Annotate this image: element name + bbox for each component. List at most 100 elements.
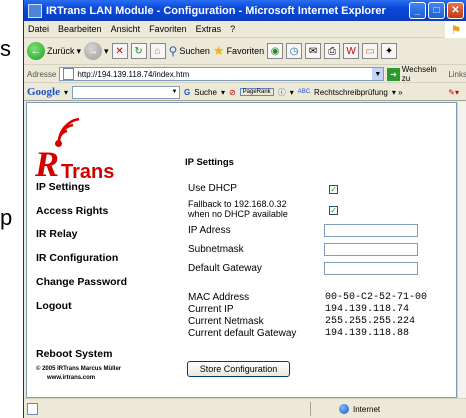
go-button[interactable]: ➜ Wechseln zu xyxy=(387,65,445,83)
current-netmask-value: 255.255.255.224 xyxy=(325,316,416,327)
google-toolbar: Google ▾ ▼ G Suche ▾ ⊘ PageRank ⓘ ▾ ABC Rec… xyxy=(24,84,466,101)
search-button[interactable]: ⚲ Suchen xyxy=(169,44,210,58)
forward-button[interactable]: → ▾ xyxy=(84,42,109,60)
zone-label: Internet xyxy=(353,404,381,414)
footer-link[interactable]: www.irtrans.com xyxy=(47,375,95,381)
status-page-icon xyxy=(27,402,38,415)
history-icon[interactable]: ◷ xyxy=(286,43,303,59)
info-icon[interactable]: ⓘ xyxy=(278,87,286,98)
current-ip-label: Current IP xyxy=(188,304,234,315)
ie-app-icon xyxy=(28,3,42,18)
page-content: R Trans IP Settings Access Rights IR Rel… xyxy=(26,102,457,398)
go-label: Wechseln zu xyxy=(401,65,437,83)
minimize-button[interactable]: _ xyxy=(409,2,426,19)
pagerank-label: PageRank xyxy=(239,88,274,96)
back-arrow-icon: ← xyxy=(27,42,45,60)
close-button[interactable]: ✕ xyxy=(447,2,464,19)
security-zone: Internet xyxy=(310,402,440,416)
fallback-label: Fallback to 192.168.0.32 when no DHCP av… xyxy=(188,199,288,219)
ip-address-input[interactable] xyxy=(324,224,418,237)
back-button[interactable]: ← Zurück ▾ xyxy=(27,42,81,60)
media-icon[interactable]: ◉ xyxy=(267,43,284,59)
google-search-icon[interactable]: G xyxy=(184,88,190,97)
go-arrow-icon: ➜ xyxy=(387,67,400,81)
favorites-label: Favoriten xyxy=(226,46,265,56)
refresh-icon[interactable]: ↻ xyxy=(130,43,147,59)
window-title: IRTrans LAN Module - Configuration - Mic… xyxy=(46,4,386,17)
menu-bearbeiten[interactable]: Bearbeiten xyxy=(58,24,102,34)
favorites-button[interactable]: ★ Favoriten xyxy=(213,43,264,59)
use-dhcp-checkbox[interactable]: ✓ xyxy=(329,185,338,194)
address-url: http://194.139.118.74/index.htm xyxy=(77,69,190,79)
nav-ir-configuration[interactable]: IR Configuration xyxy=(36,252,118,264)
nav-ir-relay[interactable]: IR Relay xyxy=(36,228,77,240)
current-gateway-label: Current default Gateway xyxy=(188,328,297,339)
fallback-checkbox[interactable]: ✓ xyxy=(329,206,338,215)
nav-reboot-system[interactable]: Reboot System xyxy=(36,348,112,360)
edit-icon[interactable]: W xyxy=(343,43,360,59)
mail-icon[interactable]: ✉ xyxy=(305,43,322,59)
cropped-edge-char: s xyxy=(0,36,11,61)
status-bar: Internet xyxy=(24,398,466,418)
links-label[interactable]: Links xyxy=(448,70,466,79)
forward-arrow-icon: → xyxy=(84,42,103,60)
copyright-text: © 2005 IRTrans Marcus Müller xyxy=(36,366,122,372)
google-logo[interactable]: Google xyxy=(27,86,60,98)
folder-icon[interactable]: ▭ xyxy=(362,43,379,59)
current-ip-value: 194.139.118.74 xyxy=(325,304,410,315)
menu-favoriten[interactable]: Favoriten xyxy=(149,24,187,34)
fallback-label-line1: Fallback to 192.168.0.32 xyxy=(188,199,287,209)
mac-address-value: 00-50-C2-52-71-00 xyxy=(325,292,428,303)
spellcheck-icon[interactable]: ABC xyxy=(298,89,310,95)
google-search-label[interactable]: Suche xyxy=(194,88,217,97)
default-gateway-input[interactable] xyxy=(324,262,418,275)
menu-bar: Datei Bearbeiten Ansicht Favoriten Extra… xyxy=(24,21,466,38)
title-bar: IRTrans LAN Module - Configuration - Mic… xyxy=(24,0,466,21)
search-label: Suchen xyxy=(179,46,210,56)
nav-ip-settings[interactable]: IP Settings xyxy=(36,181,90,193)
menu-ansicht[interactable]: Ansicht xyxy=(111,24,141,34)
google-settings-icon[interactable]: ✎▾ xyxy=(448,88,459,97)
mac-address-label: MAC Address xyxy=(188,292,250,303)
cropped-edge-char: p xyxy=(0,205,13,230)
address-input[interactable]: http://194.139.118.74/index.htm ▼ xyxy=(59,67,385,81)
google-search-dropdown-icon[interactable]: ▼ xyxy=(170,87,179,98)
search-icon: ⚲ xyxy=(168,44,178,58)
page-icon xyxy=(63,68,75,80)
block-popups-icon[interactable]: ⊘ xyxy=(229,88,236,97)
address-bar: Adresse http://194.139.118.74/index.htm … xyxy=(24,65,466,83)
subnetmask-input[interactable] xyxy=(324,243,418,256)
google-search-input[interactable]: ▼ xyxy=(72,85,181,99)
menu-datei[interactable]: Datei xyxy=(28,24,49,34)
standard-toolbar: ← Zurück ▾ → ▾ ✕ ↻ ⌂ ⚲ Suchen ★ Favoriten … xyxy=(24,38,466,65)
use-dhcp-label: Use DHCP xyxy=(188,183,237,194)
settings-title: IP Settings xyxy=(185,157,234,168)
subnetmask-label: Subnetmask xyxy=(188,244,244,255)
fallback-label-line2: when no DHCP available xyxy=(188,209,288,219)
nav-access-rights[interactable]: Access Rights xyxy=(36,205,108,217)
nav-logout[interactable]: Logout xyxy=(36,300,72,312)
vertical-scrollbar[interactable] xyxy=(457,102,466,398)
home-icon[interactable]: ⌂ xyxy=(149,43,166,59)
default-gateway-label: Default Gateway xyxy=(188,263,262,274)
ip-address-label: IP Adress xyxy=(188,225,231,236)
address-label: Adresse xyxy=(27,69,57,79)
address-dropdown-icon[interactable]: ▼ xyxy=(372,68,384,80)
logo-r: R xyxy=(35,144,60,184)
current-gateway-value: 194.139.118.88 xyxy=(325,328,410,339)
print-icon[interactable]: ⎙ xyxy=(324,43,341,59)
browser-window: IRTrans LAN Module - Configuration - Mic… xyxy=(23,0,466,418)
windows-logo-icon: ⚑ xyxy=(445,21,466,38)
current-netmask-label: Current Netmask xyxy=(188,316,264,327)
stop-icon[interactable]: ✕ xyxy=(111,43,128,59)
spellcheck-label[interactable]: Rechtschreibprüfung xyxy=(314,88,388,97)
back-label: Zurück xyxy=(47,46,75,56)
nav-change-password[interactable]: Change Password xyxy=(36,276,127,288)
store-configuration-button[interactable]: Store Configuration xyxy=(187,361,290,377)
star-icon: ★ xyxy=(212,43,225,58)
maximize-button[interactable]: □ xyxy=(428,2,445,19)
menu-extras[interactable]: Extras xyxy=(196,24,222,34)
menu-help[interactable]: ? xyxy=(230,24,235,34)
messenger-icon[interactable]: ✦ xyxy=(381,43,398,59)
globe-icon xyxy=(339,404,349,414)
